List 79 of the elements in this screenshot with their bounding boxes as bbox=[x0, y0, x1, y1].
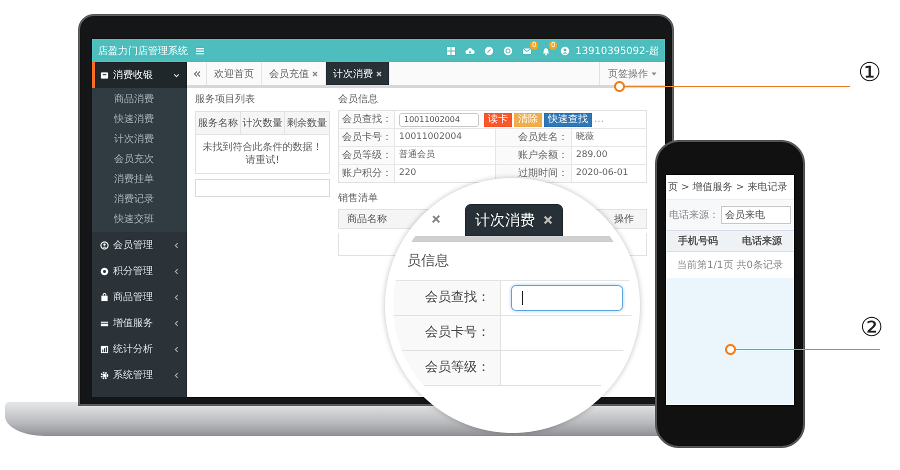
sidebar-item[interactable]: 消费挂单 bbox=[92, 170, 187, 190]
field-label: 账户积分： bbox=[342, 168, 392, 179]
mail-icon[interactable] bbox=[522, 46, 532, 56]
menu-icon[interactable] bbox=[195, 46, 205, 56]
sidebar-item[interactable]: 快速消费 bbox=[92, 110, 187, 130]
sidebar-group[interactable]: 会员管理 bbox=[92, 232, 187, 258]
field-label: 会员等级： bbox=[425, 360, 490, 375]
field-label: 会员卡号： bbox=[342, 132, 392, 143]
column-header: 计次数量 bbox=[240, 112, 285, 134]
column-header: 电话来源 bbox=[741, 234, 783, 249]
action-button[interactable]: 读卡 bbox=[484, 112, 512, 126]
callout-number: ② bbox=[860, 313, 884, 343]
chart-icon bbox=[100, 344, 109, 354]
tab[interactable]: 计次消费 bbox=[326, 62, 390, 85]
empty-message: 未找到符合此条件的数据！请重试! bbox=[196, 134, 330, 174]
field-label: 会员查找： bbox=[425, 290, 490, 305]
panel-title: 销售清单 bbox=[338, 192, 378, 205]
disc-icon bbox=[100, 266, 109, 276]
field-value: 289.00 bbox=[576, 150, 608, 160]
grid-icon[interactable] bbox=[446, 46, 456, 56]
sidebar-item[interactable]: 计次消费 bbox=[92, 130, 187, 150]
field-label: 会员卡号： bbox=[425, 325, 490, 340]
member-search-field[interactable]: 10011002004 bbox=[399, 112, 479, 126]
caret-icon bbox=[651, 72, 657, 76]
field-label: 会员等级： bbox=[342, 150, 392, 161]
callout-number: ① bbox=[858, 58, 882, 88]
bell-icon[interactable] bbox=[541, 46, 552, 56]
sidebar-group[interactable]: 增值服务 bbox=[92, 310, 187, 336]
field-value: 220 bbox=[399, 168, 416, 178]
panel-title: 服务项目列表 bbox=[195, 92, 256, 106]
sidebar-group[interactable]: 消费收银 bbox=[92, 62, 187, 88]
field-label: 账户余额： bbox=[518, 150, 568, 161]
source-field[interactable]: 会员来电 bbox=[721, 206, 791, 224]
chevron-icon bbox=[173, 268, 180, 274]
chevron-icon bbox=[173, 242, 180, 248]
column-header: 服务名称 bbox=[196, 112, 240, 134]
field-label: 过期时间： bbox=[518, 168, 568, 179]
action-button[interactable]: 快速查找 bbox=[544, 112, 592, 126]
sidebar-group[interactable]: 统计分析 bbox=[92, 336, 187, 362]
tab[interactable]: 计次消费 bbox=[465, 204, 563, 236]
gear-icon bbox=[100, 370, 109, 380]
field-value: 10011002004 bbox=[399, 132, 462, 142]
app-title: 店盈力门店管理系统 bbox=[98, 44, 186, 58]
field-label: 会员姓名： bbox=[518, 132, 568, 143]
sidebar-group[interactable]: 商品管理 bbox=[92, 284, 187, 310]
sidebar-item[interactable]: 会员充次 bbox=[92, 150, 187, 170]
double-chevron-icon bbox=[192, 70, 200, 78]
field-value: 2020-06-01 bbox=[576, 168, 628, 178]
user-icon bbox=[100, 240, 109, 250]
cashier-icon bbox=[100, 70, 109, 80]
chevron-icon bbox=[173, 320, 180, 326]
sidebar-group[interactable]: 积分管理 bbox=[92, 258, 187, 284]
sidebar-item[interactable]: 消费记录 bbox=[92, 190, 187, 210]
bag-icon bbox=[100, 292, 109, 302]
close-icon[interactable] bbox=[543, 215, 553, 225]
chevron-icon bbox=[173, 346, 180, 352]
sidebar-item[interactable]: 快速交班 bbox=[92, 210, 187, 230]
field-value: 晓薇 bbox=[576, 132, 594, 142]
card-icon bbox=[100, 318, 109, 328]
column-header: 剩余数量 bbox=[284, 112, 330, 134]
chevron-icon bbox=[173, 372, 180, 378]
chevron-icon bbox=[173, 72, 180, 78]
member-search-field[interactable] bbox=[511, 285, 623, 311]
column-header: 操作 bbox=[614, 213, 635, 226]
sidebar-item[interactable]: 商品消费 bbox=[92, 90, 187, 110]
close-icon bbox=[431, 214, 441, 224]
field-value: 普通会员 bbox=[399, 150, 435, 160]
pager-text: 当前第1/1页 共0条记录 bbox=[676, 258, 784, 273]
chevron-icon bbox=[173, 294, 180, 300]
column-header: 手机号码 bbox=[677, 234, 719, 249]
close-icon[interactable] bbox=[376, 70, 382, 76]
column-header: 商品名称 bbox=[346, 212, 387, 226]
field-label: 会员查找： bbox=[342, 114, 392, 125]
filter-label: 电话来源： bbox=[669, 208, 719, 222]
cloud-download-icon[interactable] bbox=[465, 46, 476, 56]
user-icon[interactable] bbox=[560, 46, 570, 56]
sidebar-group[interactable]: 系统管理 bbox=[92, 362, 187, 388]
panel-title: 会员信息 bbox=[338, 92, 379, 106]
tab[interactable]: 欢迎首页 bbox=[207, 62, 262, 85]
